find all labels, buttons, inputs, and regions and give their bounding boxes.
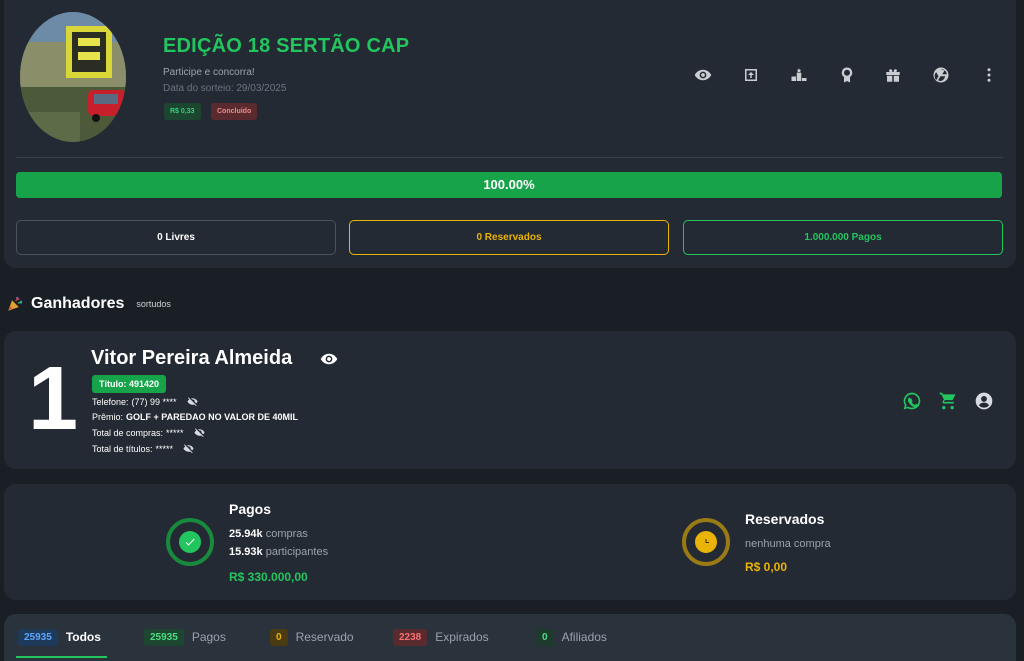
winner-titles-row: Total de títulos: ***** — [92, 443, 194, 454]
eye-icon[interactable] — [318, 350, 340, 368]
eye-off-icon[interactable] — [194, 427, 205, 438]
tab-count: 0 — [536, 628, 554, 646]
reserved-numbers-button[interactable]: 0 Reservados — [349, 220, 669, 255]
draw-date: Data do sorteio: 29/03/2025 — [163, 83, 287, 94]
user-circle-icon[interactable] — [974, 391, 994, 411]
paid-numbers-button[interactable]: 1.000.000 Pagos — [683, 220, 1003, 255]
phone-value: (77) 99 **** — [131, 396, 177, 407]
eye-off-icon[interactable] — [183, 443, 194, 454]
sales-summary-card: Pagos 25.94k compras 15.93k participante… — [4, 484, 1016, 600]
prize-label: Prêmio: — [92, 412, 124, 422]
clock-icon — [695, 531, 717, 553]
paid-summary-title: Pagos — [229, 501, 272, 517]
winner-actions — [902, 391, 994, 413]
share-icon[interactable] — [740, 64, 762, 86]
reserved-note: nenhuma compra — [745, 538, 831, 550]
more-vert-icon[interactable] — [978, 64, 1000, 86]
winner-phone-row: Telefone: (77) 99 **** — [92, 396, 198, 407]
winners-subtitle: sortudos — [136, 299, 171, 309]
titles-value: ***** — [155, 443, 174, 454]
winner-rank: 1 — [28, 349, 79, 449]
check-icon — [179, 531, 201, 553]
whatsapp-icon[interactable] — [902, 391, 922, 411]
tab-label: Todos — [65, 630, 101, 644]
wheel-icon[interactable] — [930, 64, 952, 86]
paid-purchases-value: 25.94k — [229, 528, 263, 540]
raffle-header-card: EDIÇÃO 18 SERTÃO CAP Participe e concorr… — [4, 0, 1016, 268]
tab-todos[interactable]: 25935 Todos — [18, 627, 101, 647]
reserved-amount: R$ 0,00 — [745, 560, 788, 574]
raffle-subtitle: Participe e concorra! — [163, 67, 255, 78]
sales-progress-bar: 100.00% — [16, 172, 1002, 198]
tab-count: 2238 — [393, 628, 428, 646]
purchases-label: Total de compras: — [92, 427, 164, 438]
phone-label: Telefone: — [92, 396, 129, 407]
paid-participants-line: 15.93k participantes — [229, 546, 328, 558]
podium-icon[interactable] — [788, 64, 810, 86]
tab-reservado[interactable]: 0 Reservado — [270, 627, 354, 647]
eye-off-icon[interactable] — [187, 396, 198, 407]
winner-name: Vitor Pereira Almeida — [91, 347, 293, 369]
winner-purchases-row: Total de compras: ***** — [92, 427, 205, 438]
price-badge: R$ 0,33 — [164, 103, 201, 120]
tab-label: Pagos — [191, 630, 226, 644]
raffle-title: EDIÇÃO 18 SERTÃO CAP — [163, 35, 410, 57]
titles-label: Total de títulos: — [92, 443, 153, 454]
raffle-toolbar — [688, 64, 998, 90]
free-numbers-button[interactable]: 0 Livres — [16, 220, 336, 255]
tab-expirados[interactable]: 2238 Expirados — [393, 627, 489, 647]
paid-purchases-label: compras — [265, 528, 308, 540]
tab-count: 25935 — [144, 628, 184, 646]
eye-icon[interactable] — [692, 64, 714, 86]
tab-count: 0 — [270, 628, 288, 646]
status-badge: Concluído — [211, 103, 258, 120]
active-tab-underline — [16, 656, 107, 658]
paid-participants-label: participantes — [265, 546, 329, 558]
award-icon[interactable] — [836, 64, 858, 86]
party-popper-icon — [8, 296, 23, 311]
reserved-status-ring — [682, 518, 730, 566]
cart-icon[interactable] — [938, 391, 958, 411]
paid-status-ring — [166, 518, 214, 566]
purchases-tabs: 25935 Todos 25935 Pagos 0 Reservado 2238… — [4, 614, 1016, 661]
raffle-cover-image[interactable] — [20, 12, 126, 142]
gift-icon[interactable] — [882, 64, 904, 86]
purchases-value: ***** — [166, 427, 184, 438]
header-divider — [16, 157, 1003, 158]
paid-amount: R$ 330.000,00 — [229, 570, 308, 584]
winners-heading: Ganhadores sortudos — [6, 294, 171, 314]
tab-label: Expirados — [435, 630, 489, 644]
winner-prize-row: Prêmio: GOLF + PAREDAO NO VALOR DE 40MIL — [92, 412, 298, 422]
tab-count: 25935 — [18, 628, 58, 646]
prize-value: GOLF + PAREDAO NO VALOR DE 40MIL — [126, 412, 298, 422]
tab-afiliados[interactable]: 0 Afiliados — [536, 627, 607, 647]
paid-participants-value: 15.93k — [229, 546, 263, 558]
paid-purchases-line: 25.94k compras — [229, 528, 308, 540]
tab-label: Afiliados — [561, 630, 607, 644]
tab-label: Reservado — [295, 630, 354, 644]
winning-ticket-badge: Título: 491420 — [92, 375, 167, 393]
winners-title: Ganhadores — [31, 295, 125, 312]
tab-pagos[interactable]: 25935 Pagos — [144, 627, 226, 647]
winner-card: 1 Vitor Pereira Almeida Título: 491420 T… — [4, 331, 1016, 469]
progress-label: 100.00% — [483, 177, 535, 192]
reserved-summary-title: Reservados — [745, 511, 825, 527]
